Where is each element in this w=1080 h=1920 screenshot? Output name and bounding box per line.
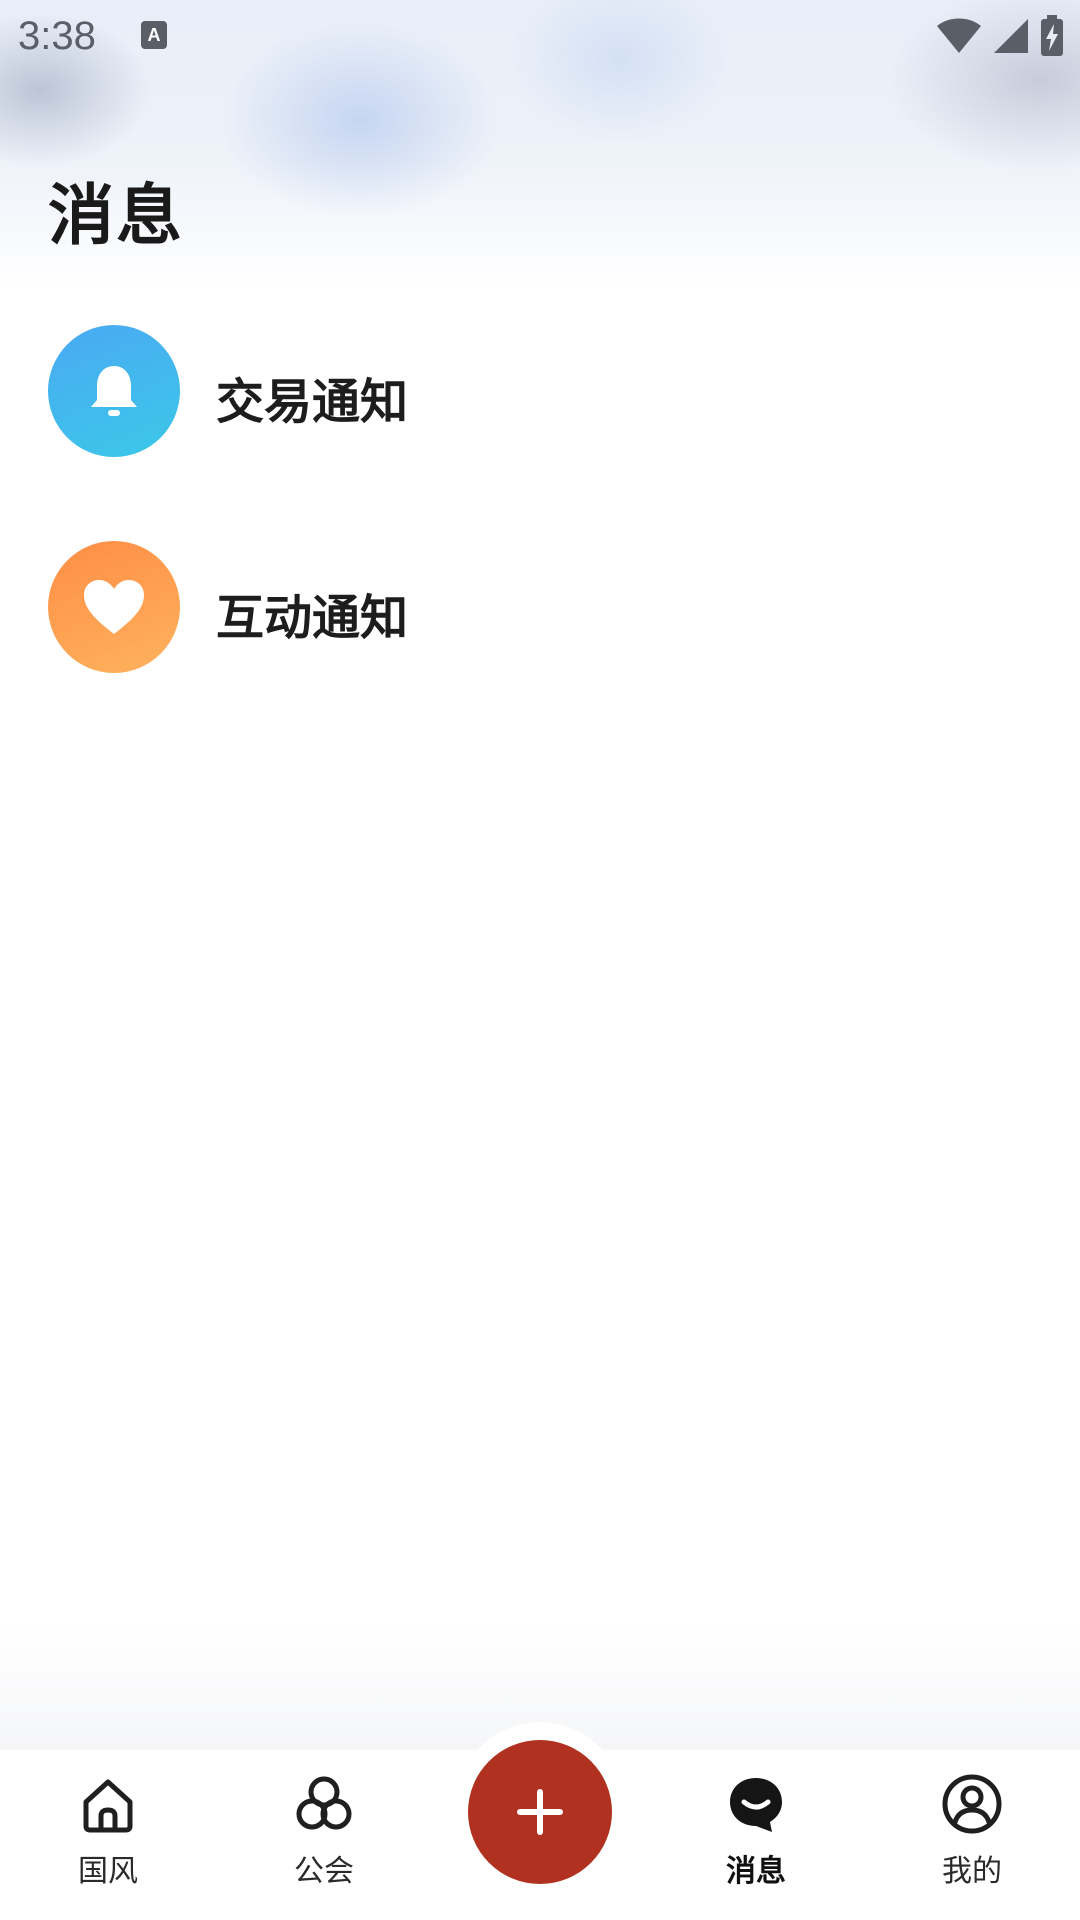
- interaction-notification-avatar: [48, 541, 180, 673]
- status-time: 3:38: [18, 14, 96, 58]
- tab-guofeng-label: 国风: [78, 1854, 138, 1889]
- message-icon: [730, 1778, 782, 1832]
- plus-icon: [517, 1789, 563, 1835]
- wifi-icon: [937, 18, 981, 53]
- tab-mine-label: 我的: [942, 1854, 1002, 1889]
- profile-icon: [942, 1774, 1002, 1834]
- page-title: 消息: [48, 177, 184, 254]
- status-icons: [936, 14, 1064, 58]
- list-item-trade-notification[interactable]: 交易通知: [0, 310, 1080, 526]
- status-bar: 3:38 A: [0, 0, 1080, 72]
- trade-notification-avatar: [48, 325, 180, 457]
- tab-messages[interactable]: 消息: [676, 1772, 836, 1902]
- bell-icon: [91, 366, 137, 416]
- tab-guofeng[interactable]: 国风: [28, 1772, 188, 1902]
- trade-notification-label: 交易通知: [216, 374, 409, 430]
- messages-screen: 3:38 A 消息 交易通知 互动通知 国风 公会 消息 我的: [0, 0, 1080, 1920]
- tab-guild-label: 公会: [294, 1854, 354, 1889]
- interaction-notification-label: 互动通知: [216, 590, 409, 646]
- guild-icon: [296, 1776, 352, 1830]
- tab-mine[interactable]: 我的: [892, 1772, 1052, 1902]
- keyboard-a-icon: A: [141, 21, 167, 49]
- create-button[interactable]: [468, 1740, 612, 1884]
- svg-text:A: A: [148, 25, 161, 45]
- tab-messages-label: 消息: [726, 1854, 786, 1889]
- cellular-signal-icon: [994, 19, 1028, 53]
- tab-guild[interactable]: 公会: [244, 1772, 404, 1902]
- heart-icon: [84, 580, 144, 634]
- notification-list: 交易通知 互动通知: [0, 310, 1080, 742]
- list-item-interaction-notification[interactable]: 互动通知: [0, 526, 1080, 742]
- home-icon: [83, 1779, 133, 1833]
- battery-charging-icon: [1041, 15, 1063, 56]
